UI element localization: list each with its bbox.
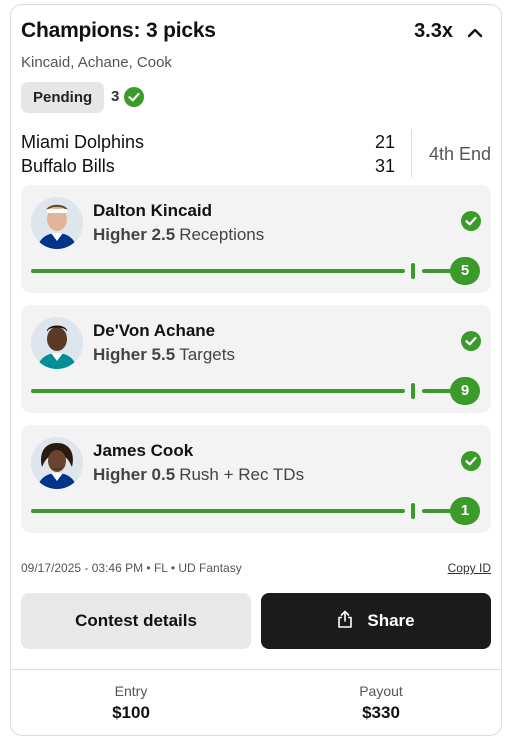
entry-label: Entry (114, 683, 148, 699)
entry-title: Champions: 3 picks (21, 19, 216, 42)
team-score: 21 (374, 132, 395, 152)
progress-bar (31, 509, 405, 513)
team-name: Buffalo Bills (21, 156, 115, 176)
share-button[interactable]: Share (261, 593, 491, 649)
check-circle-icon (461, 451, 481, 471)
entry-card: Champions: 3 picks 3.3x Kincaid, Achane,… (10, 4, 502, 736)
payout-label: Payout (359, 683, 403, 699)
pick-line: Higher 5.5 Targets (93, 345, 235, 365)
progress-bar-tail (422, 389, 452, 393)
game-period: 4th End (428, 144, 491, 164)
check-circle-icon (461, 211, 481, 231)
pick-direction: Higher 2.5 (93, 225, 176, 244)
divider (11, 669, 501, 670)
pick-card[interactable]: De'Von Achane Higher 5.5 Targets 9 (21, 305, 491, 413)
progress-bar-tail (422, 509, 452, 513)
player-avatar (31, 317, 83, 369)
pick-direction: Higher 0.5 (93, 465, 176, 484)
team-name: Miami Dolphins (21, 132, 145, 152)
entry-metadata: 09/17/2025 - 03:46 PM • FL • UD Fantasy (21, 561, 242, 575)
check-circle-icon (461, 331, 481, 351)
chevron-up-icon[interactable] (465, 23, 485, 43)
pick-card[interactable]: Dalton Kincaid Higher 2.5 Receptions 5 (21, 185, 491, 293)
contest-details-label: Contest details (75, 611, 197, 630)
line-marker (411, 263, 415, 279)
player-avatar (31, 197, 83, 249)
progress-bar (31, 389, 405, 393)
win-count: 3 (111, 88, 120, 105)
pick-stat: Receptions (179, 225, 265, 244)
progress-bar-tail (422, 269, 452, 273)
team-score: 31 (374, 156, 395, 176)
entry-value: $100 (112, 703, 150, 722)
pick-line: Higher 0.5 Rush + Rec TDs (93, 465, 304, 485)
player-name: James Cook (93, 441, 194, 460)
pick-stat: Rush + Rec TDs (179, 465, 305, 484)
entry-header[interactable]: Champions: 3 picks 3.3x (21, 19, 487, 49)
line-marker (411, 503, 415, 519)
pick-direction: Higher 5.5 (93, 345, 176, 364)
player-name: De'Von Achane (93, 321, 216, 340)
share-label: Share (367, 611, 415, 630)
stat-value-bubble: 1 (450, 497, 480, 525)
picked-players: Kincaid, Achane, Cook (21, 54, 172, 71)
stat-value-bubble: 5 (450, 257, 480, 285)
line-marker (411, 383, 415, 399)
payout-value: $330 (362, 703, 400, 722)
entry-amount: Entry $100 (11, 683, 251, 723)
player-name: Dalton Kincaid (93, 201, 213, 220)
payout-amount: Payout $330 (261, 683, 501, 723)
contest-details-button[interactable]: Contest details (21, 593, 251, 649)
share-icon (338, 610, 353, 628)
copy-id-link[interactable]: Copy ID (448, 561, 491, 575)
pick-line: Higher 2.5 Receptions (93, 225, 264, 245)
payout-multiplier: 3.3x (414, 20, 453, 42)
divider (411, 129, 412, 177)
pick-stat: Targets (179, 345, 235, 364)
progress-bar (31, 269, 405, 273)
stat-value-bubble: 9 (450, 377, 480, 405)
check-circle-icon (124, 87, 144, 107)
game-score: Miami Dolphins Buffalo Bills 21 31 4th E… (21, 129, 491, 181)
player-avatar (31, 437, 83, 489)
pick-card[interactable]: James Cook Higher 0.5 Rush + Rec TDs 1 (21, 425, 491, 533)
status-badge: Pending (21, 82, 105, 113)
